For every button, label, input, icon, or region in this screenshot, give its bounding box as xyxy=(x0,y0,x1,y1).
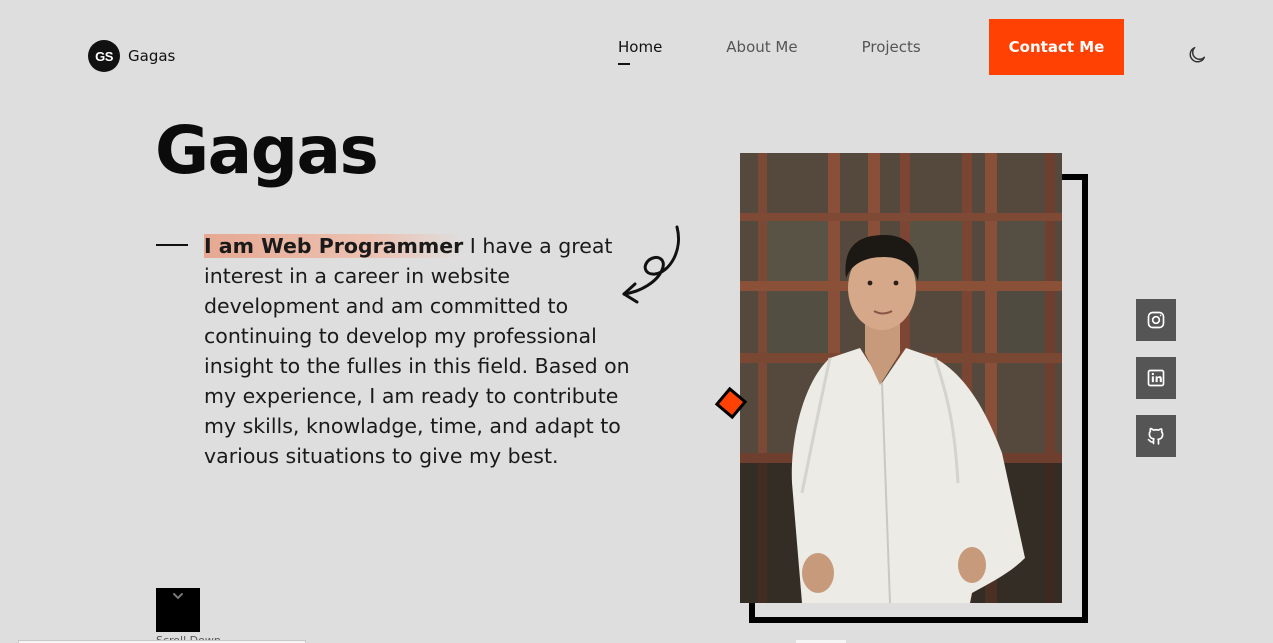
hero-title: Gagas xyxy=(155,112,379,189)
github-icon xyxy=(1147,427,1164,445)
instagram-link[interactable] xyxy=(1136,299,1176,341)
linkedin-link[interactable] xyxy=(1136,357,1176,399)
instagram-icon xyxy=(1147,311,1165,329)
orange-diamond-decoration xyxy=(714,386,748,420)
brand-badge: GS xyxy=(88,40,120,72)
nav-about-me[interactable]: About Me xyxy=(726,38,797,56)
brand-name: Gagas xyxy=(128,47,176,65)
moon-icon[interactable] xyxy=(1186,44,1208,66)
main-nav: Home About Me Projects xyxy=(618,38,921,65)
brand-logo[interactable]: GS Gagas xyxy=(88,40,175,72)
hero-body: I have a great interest in a career in w… xyxy=(204,234,630,468)
swirl-arrow-icon xyxy=(622,225,680,304)
hero-description: I am Web Programmer I have a great inter… xyxy=(204,231,634,471)
nav-home[interactable]: Home xyxy=(618,38,662,65)
hero-dash-divider xyxy=(156,244,188,246)
linkedin-icon xyxy=(1147,369,1165,387)
github-link[interactable] xyxy=(1136,415,1176,457)
profile-photo xyxy=(740,153,1062,603)
chevron-down-icon xyxy=(173,593,183,600)
nav-projects[interactable]: Projects xyxy=(862,38,921,56)
scroll-down-button[interactable] xyxy=(156,588,200,632)
hero-highlight: I am Web Programmer xyxy=(204,234,464,258)
contact-me-button[interactable]: Contact Me xyxy=(989,19,1124,75)
